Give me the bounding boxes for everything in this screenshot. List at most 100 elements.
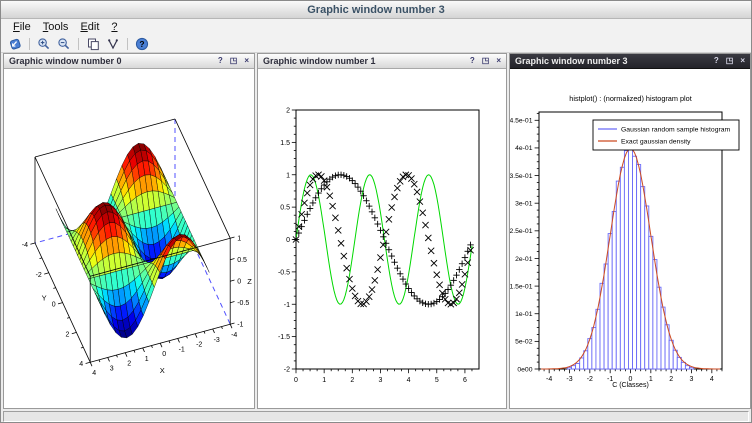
rotate-button[interactable] [103,36,123,52]
svg-text:1: 1 [286,172,290,179]
svg-text:1: 1 [649,376,653,383]
svg-text:0: 0 [286,237,290,244]
svg-text:Exact gaussian density: Exact gaussian density [621,139,691,146]
graphic-window-1-body: 0123456-2-1.5-1-0.500.511.52 [258,70,506,408]
help-button[interactable]: ? [132,36,152,52]
frame-help-icon[interactable]: ? [470,57,475,65]
svg-text:-3: -3 [214,337,220,344]
toolbar-separator [29,38,30,50]
svg-text:2: 2 [65,331,69,338]
y-axis-label: Y [42,294,47,303]
frame-help-icon[interactable]: ? [218,57,223,65]
menu-item-tools[interactable]: Tools [37,21,75,33]
frame-close-icon[interactable]: × [740,57,745,65]
svg-text:-4: -4 [22,242,28,249]
x-axis-label: C (Classes) [612,382,649,389]
graphic-window-1: Graphic window number 1 ? ◳ × 0123456-2-… [257,53,507,409]
svg-text:3: 3 [110,365,114,372]
svg-text:-1: -1 [284,302,290,309]
sine-curves-plot-canvas[interactable]: 0123456-2-1.5-1-0.500.511.52 [258,70,506,408]
graphic-window-0: Graphic window number 0 ? ◳ × -4 -2 0 2 4 4 3 2… [3,53,255,409]
graphic-window-3-body: histplot() : (normalized) histogram plot… [510,70,750,408]
frame-detach-icon[interactable]: ◳ [230,57,238,65]
frame-close-icon[interactable]: × [496,57,501,65]
svg-text:2: 2 [350,377,354,384]
svg-text:?: ? [139,39,144,49]
svg-text:Gaussian random sample histogr: Gaussian random sample histogram [621,127,731,134]
chart-title: histplot() : (normalized) histogram plot [569,94,691,103]
frame-help-icon[interactable]: ? [714,57,719,65]
svg-text:4: 4 [79,361,83,368]
menu-item-help[interactable]: ? [105,21,123,33]
svg-text:0: 0 [52,302,56,309]
window-titlebar[interactable]: Graphic window number 3 [1,1,751,19]
svg-text:-4: -4 [231,332,237,339]
z-axis-label: Z [247,277,252,286]
svg-text:4.5e-01: 4.5e-01 [510,118,533,125]
svg-text:-1: -1 [237,322,243,329]
svg-text:0: 0 [162,351,166,358]
graphic-window-1-title: Graphic window number 1 [263,56,376,66]
svg-text:1.5: 1.5 [280,140,290,147]
toolbar-separator [78,38,79,50]
svg-text:-4: -4 [546,376,552,383]
surface3d-plot-canvas[interactable]: -4-202443210-1-2-3-4-1-0.500.51YXZ [4,70,254,408]
copy-button[interactable] [83,36,103,52]
svg-text:3: 3 [379,377,383,384]
svg-text:1: 1 [322,377,326,384]
svg-text:0: 0 [294,377,298,384]
graphic-window-3-title: Graphic window number 3 [515,56,628,66]
svg-text:3.5e-01: 3.5e-01 [510,173,533,180]
legend: Gaussian random sample histogram Exact ga… [593,120,739,150]
frame-controls: ? ◳ × [218,57,249,65]
svg-text:6: 6 [463,377,467,384]
export-icon [8,37,22,51]
svg-text:2: 2 [127,361,131,368]
x-axis-label: X [160,366,165,375]
svg-text:-1: -1 [179,346,185,353]
menu-item-file[interactable]: File [7,21,37,33]
help-icon: ? [135,37,149,51]
frame-close-icon[interactable]: × [244,57,249,65]
svg-text:4e-01: 4e-01 [515,145,533,152]
status-bar [3,411,749,422]
svg-text:-2: -2 [587,376,593,383]
export-button[interactable] [5,36,25,52]
svg-text:0e00: 0e00 [517,366,532,373]
graphic-window-0-header[interactable]: Graphic window number 0 ? ◳ × [4,54,254,69]
graphic-window-0-title: Graphic window number 0 [9,56,122,66]
graphic-window-1-header[interactable]: Graphic window number 1 ? ◳ × [258,54,506,69]
svg-text:5: 5 [435,377,439,384]
graphic-window-3-header[interactable]: Graphic window number 3 ? ◳ × [510,54,750,69]
svg-text:0.5: 0.5 [280,205,290,212]
svg-text:5e-02: 5e-02 [515,339,533,346]
svg-text:-2: -2 [36,272,42,279]
zoom-in-button[interactable] [34,36,54,52]
graphic-window-0-body: -4-202443210-1-2-3-4-1-0.500.51YXZ [4,70,254,408]
frame-controls: ? ◳ × [714,57,745,65]
menu-bar: FileToolsEdit? [1,19,751,35]
histogram-plot-canvas[interactable]: histplot() : (normalized) histogram plot… [510,70,750,408]
svg-text:1e-01: 1e-01 [515,311,533,318]
copy-icon [86,37,100,51]
svg-text:-0.5: -0.5 [278,269,290,276]
frame-detach-icon[interactable]: ◳ [726,57,734,65]
toolbar-separator [127,38,128,50]
graphic-window-3: Graphic window number 3 ? ◳ × histplot()… [509,53,751,409]
svg-text:-2: -2 [196,342,202,349]
scilab-graphic-window: Graphic window number 3 FileToolsEdit? [0,0,752,423]
svg-text:2: 2 [286,108,290,115]
svg-text:-0.5: -0.5 [237,300,249,307]
menu-item-edit[interactable]: Edit [74,21,105,33]
svg-text:4: 4 [92,370,96,377]
frame-controls: ? ◳ × [470,57,501,65]
svg-text:1: 1 [237,236,241,243]
svg-text:3: 3 [690,376,694,383]
frame-detach-icon[interactable]: ◳ [482,57,490,65]
rotate-icon [106,37,120,51]
toolbar: ? [1,35,751,53]
window-title: Graphic window number 3 [307,4,445,16]
svg-text:4: 4 [710,376,714,383]
svg-text:2.5e-01: 2.5e-01 [510,228,533,235]
zoom-out-button[interactable] [54,36,74,52]
